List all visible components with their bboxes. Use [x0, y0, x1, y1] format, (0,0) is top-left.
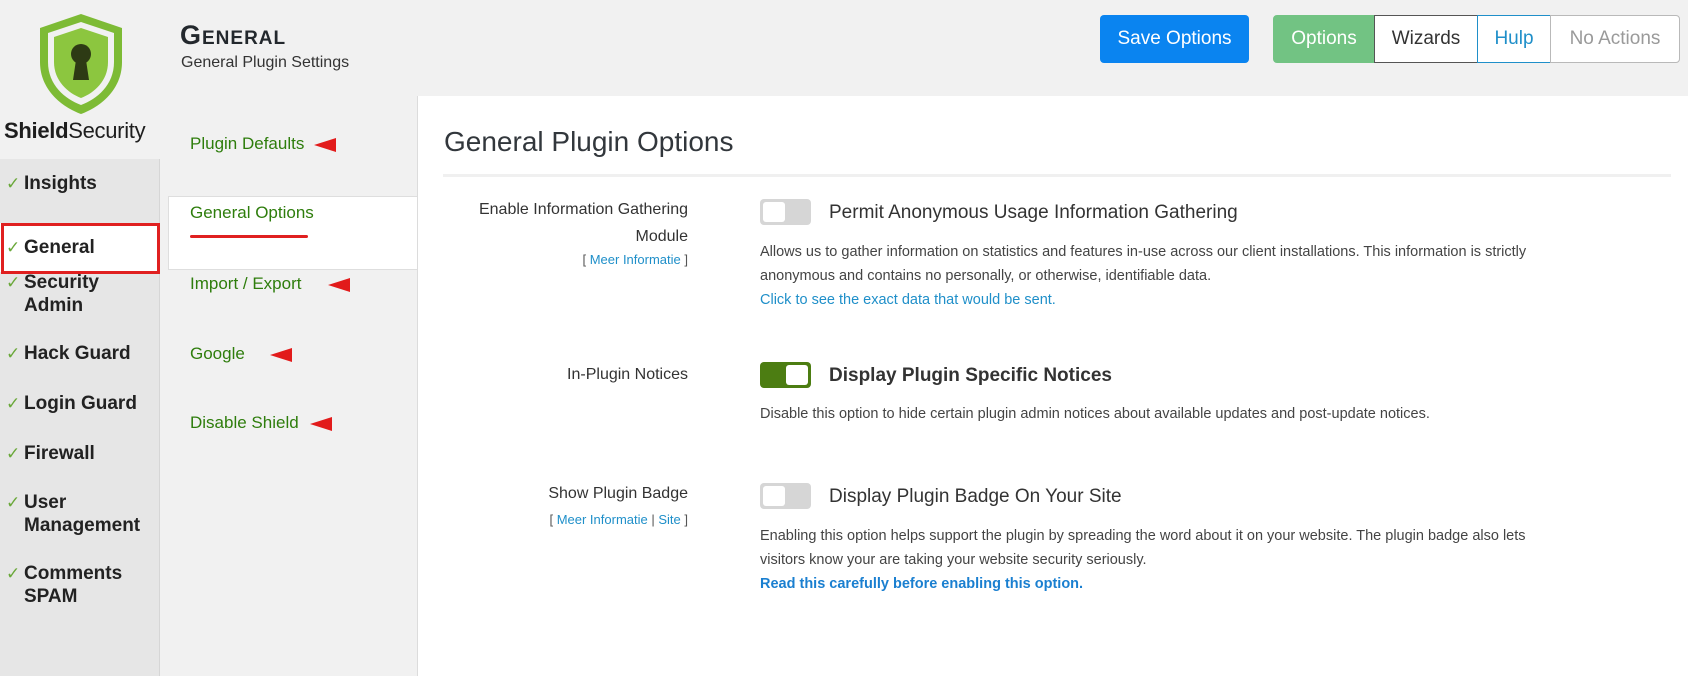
nav-item-label: Insights	[24, 173, 97, 194]
page-subtitle: General Plugin Settings	[181, 54, 350, 71]
nav-item-login-guard[interactable]: ✓ Login Guard	[0, 392, 160, 415]
checkmark-icon: ✓	[6, 564, 21, 583]
option-title: Permit Anonymous Usage Information Gathe…	[829, 202, 1238, 223]
tab-hulp[interactable]: Hulp	[1477, 15, 1551, 63]
main-navigation: ✓ Insights ✓ General ✓ Security Admin ✓ …	[0, 159, 160, 676]
shield-logo-icon	[40, 14, 122, 114]
subnav-item-general-options[interactable]: General Options	[190, 203, 314, 223]
read-carefully-link[interactable]: Read this carefully before enabling this…	[760, 576, 1083, 592]
subnav-item-google[interactable]: Google	[190, 344, 245, 364]
brand-name: ShieldSecurity	[4, 118, 146, 143]
option-title: Display Plugin Badge On Your Site	[829, 486, 1122, 507]
nav-item-firewall[interactable]: ✓ Firewall	[0, 442, 160, 465]
option-label: Enable Information Gathering Module	[478, 201, 688, 245]
tab-wizards[interactable]: Wizards	[1374, 15, 1478, 63]
site-link[interactable]: Site	[658, 512, 680, 527]
red-arrow-icon	[310, 417, 332, 431]
option-label: Show Plugin Badge	[548, 485, 688, 502]
more-info-link[interactable]: Meer Informatie	[557, 512, 648, 527]
nav-item-insights[interactable]: ✓ Insights	[0, 172, 160, 195]
toggle-knob	[786, 365, 808, 385]
brand-logo[interactable]: ShieldSecurity	[0, 0, 160, 160]
checkmark-icon: ✓	[6, 394, 21, 413]
save-options-button[interactable]: Save Options	[1100, 15, 1249, 63]
nav-item-label: General	[24, 237, 95, 258]
tab-no-actions[interactable]: No Actions	[1550, 15, 1680, 63]
option-description: Enabling this option helps support the p…	[760, 528, 1526, 592]
checkmark-icon: ✓	[6, 444, 21, 463]
nav-item-label: Firewall	[24, 443, 95, 464]
nav-item-comments-spam[interactable]: ✓ Comments SPAM	[0, 562, 160, 608]
page-title: General	[180, 20, 287, 50]
tab-options[interactable]: Options	[1273, 15, 1375, 63]
option-label: In-Plugin Notices	[567, 366, 688, 383]
nav-item-label: Login Guard	[24, 393, 137, 414]
subnav-item-disable-shield[interactable]: Disable Shield	[190, 413, 299, 433]
annotation-underline	[190, 235, 308, 238]
top-tab-group: Options Wizards Hulp No Actions	[1273, 15, 1680, 63]
checkmark-icon: ✓	[6, 344, 21, 363]
nav-item-security-admin[interactable]: ✓ Security Admin	[0, 271, 160, 317]
option-description: Disable this option to hide certain plug…	[760, 406, 1430, 422]
option-description: Allows us to gather information on stati…	[760, 244, 1527, 308]
panel-title: General Plugin Options	[444, 126, 734, 157]
subnav-item-import-export[interactable]: Import / Export	[190, 274, 301, 294]
option-title: Display Plugin Specific Notices	[829, 365, 1112, 386]
subnav-item-plugin-defaults[interactable]: Plugin Defaults	[190, 134, 304, 154]
red-arrow-icon	[328, 278, 350, 292]
nav-item-user-management[interactable]: ✓ User Management	[0, 491, 160, 537]
checkmark-icon: ✓	[6, 273, 21, 292]
checkmark-icon: ✓	[6, 238, 21, 257]
red-arrow-icon	[270, 348, 292, 362]
nav-item-general[interactable]: ✓ General	[0, 223, 160, 272]
checkmark-icon: ✓	[6, 493, 21, 512]
toggle-knob	[763, 486, 785, 506]
option-help-links: [ Meer Informatie | Site ]	[549, 512, 688, 527]
red-arrow-icon	[314, 138, 336, 152]
nav-item-label: User Management	[24, 492, 141, 536]
section-subnav: Plugin Defaults General Options Import /…	[160, 96, 417, 676]
nav-item-label: Comments SPAM	[24, 563, 123, 607]
plugin-badge-toggle[interactable]	[760, 483, 811, 509]
checkmark-icon: ✓	[6, 174, 21, 193]
toggle-knob	[763, 202, 785, 222]
divider	[443, 174, 1671, 177]
nav-item-label: Hack Guard	[24, 343, 131, 364]
plugin-notices-toggle[interactable]	[760, 362, 811, 388]
more-info-link[interactable]: Meer Informatie	[590, 252, 681, 267]
nav-item-hack-guard[interactable]: ✓ Hack Guard	[0, 342, 160, 365]
info-gathering-toggle[interactable]	[760, 199, 811, 225]
see-data-link[interactable]: Click to see the exact data that would b…	[760, 292, 1056, 308]
nav-item-label: Security Admin	[24, 272, 99, 316]
option-help-links: [ Meer Informatie ]	[582, 252, 688, 267]
options-panel: General Plugin Options Enable Informatio…	[417, 96, 1688, 676]
